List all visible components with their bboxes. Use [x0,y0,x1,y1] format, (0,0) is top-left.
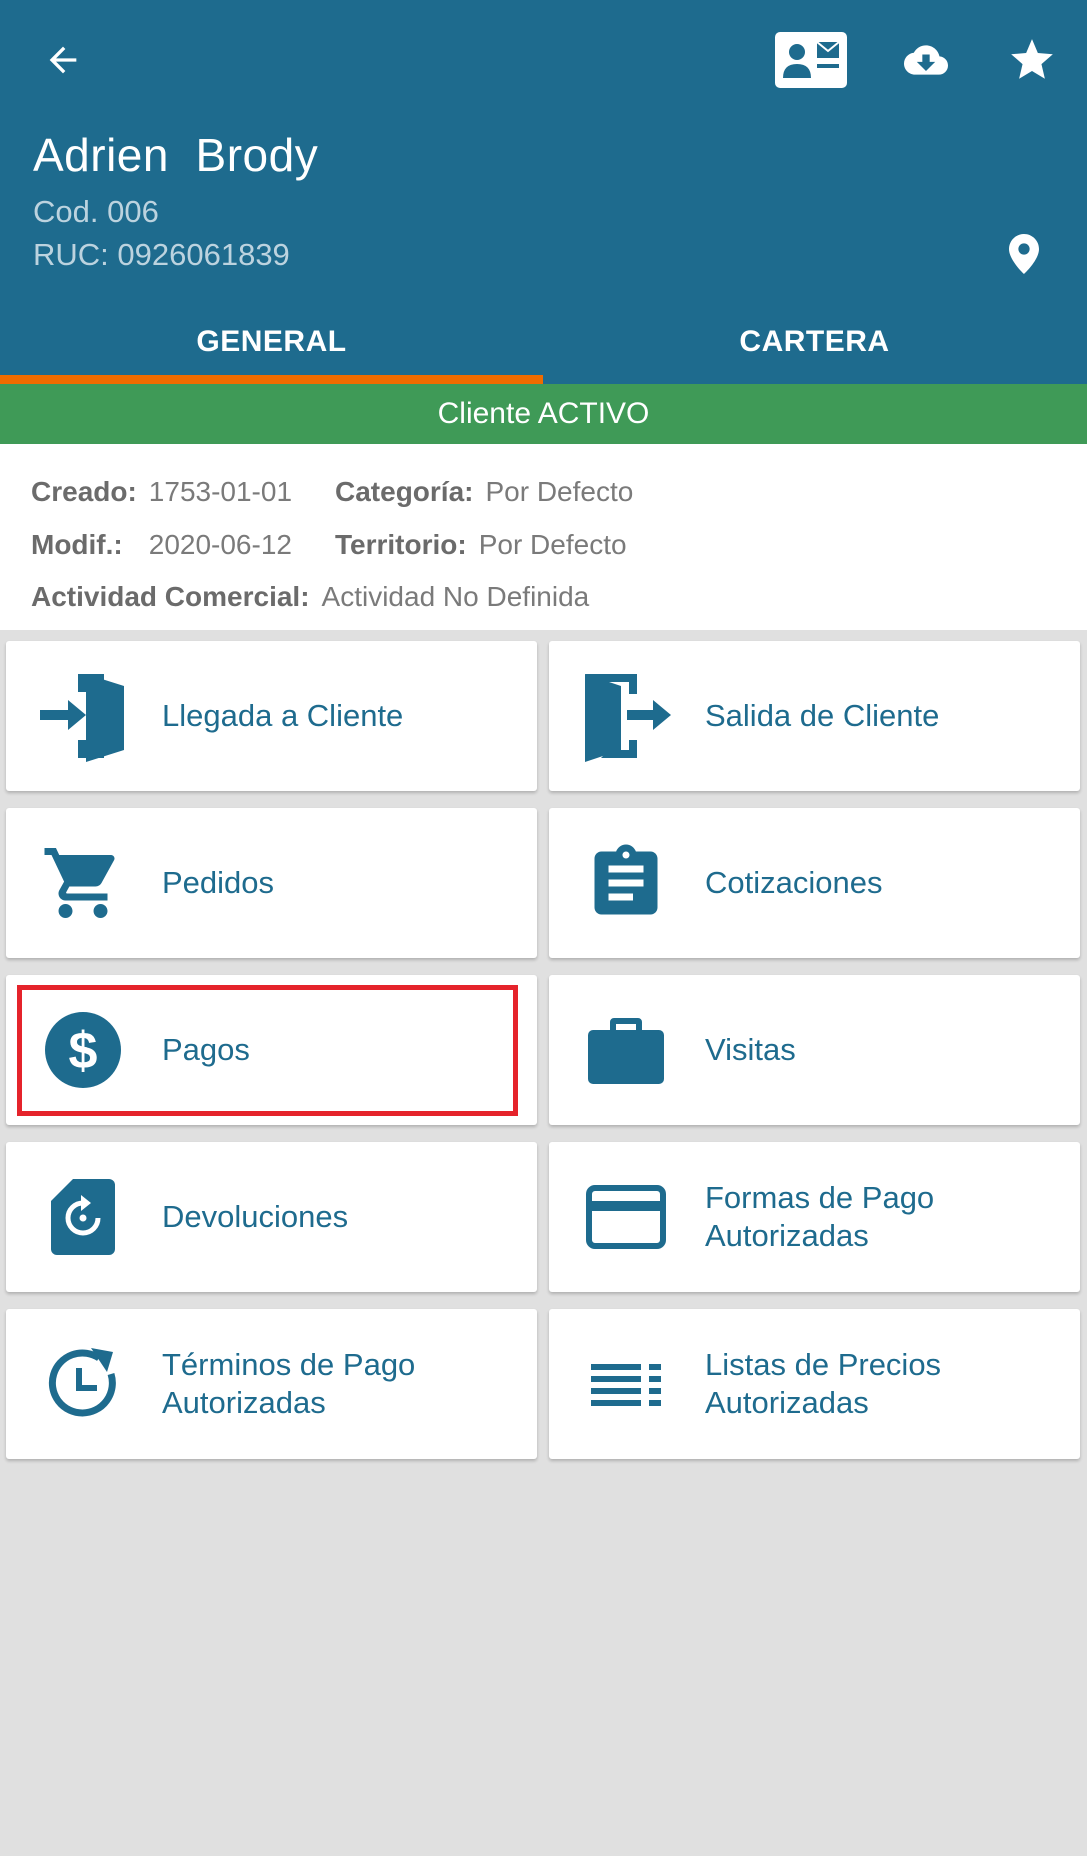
exit-door-icon [571,661,681,771]
info-row-created: Creado: 1753-01-01 [31,476,292,508]
clock-history-icon [28,1329,138,1439]
territory-label: Territorio: [335,529,467,560]
action-label: Cotizaciones [705,865,883,900]
action-visitas[interactable]: Visitas [549,975,1080,1125]
client-first-name: Adrien [33,129,169,181]
label-text: Listas de Precios Autorizadas [705,1346,941,1422]
tab-general[interactable]: GENERAL [0,300,543,384]
dollar-icon: $ [28,995,138,1105]
svg-text:$: $ [69,1022,98,1080]
client-ruc: RUC: 0926061839 [33,237,290,272]
clipboard-icon [571,828,681,938]
action-label: Salida de Cliente [705,698,940,733]
contact-card-button[interactable] [775,30,847,90]
activity-label: Actividad Comercial: [31,581,310,612]
info-row-category: Categoría: Por Defecto [335,476,633,508]
action-label: Devoluciones [162,1199,349,1234]
label-text: Términos de Pago Autorizadas [162,1346,415,1422]
label-line2: Autorizadas [162,1385,326,1420]
action-formas-pago[interactable]: Formas de Pago Autorizadas [549,1142,1080,1292]
active-tab-indicator [0,375,543,384]
info-row-modified: Modif.: 2020-06-12 [31,529,292,561]
info-row-activity: Actividad Comercial: Actividad No Defini… [31,581,589,613]
action-label: Pedidos [162,865,275,900]
cart-icon [28,828,138,938]
territory-value: Por Defecto [478,529,627,560]
category-label: Categoría: [335,476,474,507]
back-button[interactable] [33,30,93,90]
download-button[interactable] [890,30,962,90]
action-cotizaciones[interactable]: Cotizaciones [549,808,1080,958]
client-code: Cod. 006 [33,194,159,229]
label-text: Formas de Pago Autorizadas [705,1179,934,1255]
action-label: Términos de Pago Autorizadas [162,1309,522,1459]
label-line2: Autorizadas [705,1218,869,1253]
cloud-download-icon [904,45,948,75]
action-salida-cliente[interactable]: Salida de Cliente [549,641,1080,791]
credit-card-icon [571,1162,681,1272]
action-label: Visitas [705,1032,796,1067]
location-button[interactable] [1000,228,1048,280]
action-terminos-pago[interactable]: Términos de Pago Autorizadas [6,1309,537,1459]
action-label: Formas de Pago Autorizadas [705,1142,1065,1292]
arrow-back-icon [49,46,77,74]
client-status-banner: Cliente ACTIVO [0,384,1087,444]
client-info-panel: Creado: 1753-01-01 Categoría: Por Defect… [0,444,1087,630]
info-row-territory: Territorio: Por Defecto [335,529,627,561]
action-llegada-cliente[interactable]: Llegada a Cliente [6,641,537,791]
action-label: Llegada a Cliente [162,698,404,733]
star-icon [1011,39,1053,79]
label-line2: Autorizadas [705,1385,869,1420]
favorite-button[interactable] [996,30,1068,90]
action-label: Listas de Precios Autorizadas [705,1309,1065,1459]
action-devoluciones[interactable]: Devoluciones [6,1142,537,1292]
client-last-name: Brody [195,129,319,181]
created-value: 1753-01-01 [148,476,293,507]
tab-cartera[interactable]: CARTERA [543,300,1086,384]
action-pagos[interactable]: $ Pagos [6,975,537,1125]
created-label: Creado: [31,476,137,507]
contact-mail-icon [775,32,847,88]
list-icon [571,1329,681,1439]
map-pin-icon [1009,234,1039,274]
modified-value: 2020-06-12 [148,529,292,560]
briefcase-icon [571,995,681,1105]
action-label: Pagos [162,1032,250,1067]
return-document-icon [28,1162,138,1272]
activity-value: Actividad No Definida [321,581,590,612]
client-name: Adrien Brody [33,128,318,182]
action-pedidos[interactable]: Pedidos [6,808,537,958]
label-line1: Listas de Precios [705,1347,942,1382]
label-line1: Términos de Pago [162,1347,416,1382]
action-listas-precios[interactable]: Listas de Precios Autorizadas [549,1309,1080,1459]
label-line1: Formas de Pago [705,1180,935,1215]
category-value: Por Defecto [485,476,634,507]
modified-label: Modif.: [31,529,123,560]
enter-door-icon [28,661,138,771]
client-detail-screen: Adrien Brody Cod. 006 RUC: 0926061839 GE… [0,0,1087,1856]
client-header: Adrien Brody Cod. 006 RUC: 0926061839 GE… [0,0,1087,384]
